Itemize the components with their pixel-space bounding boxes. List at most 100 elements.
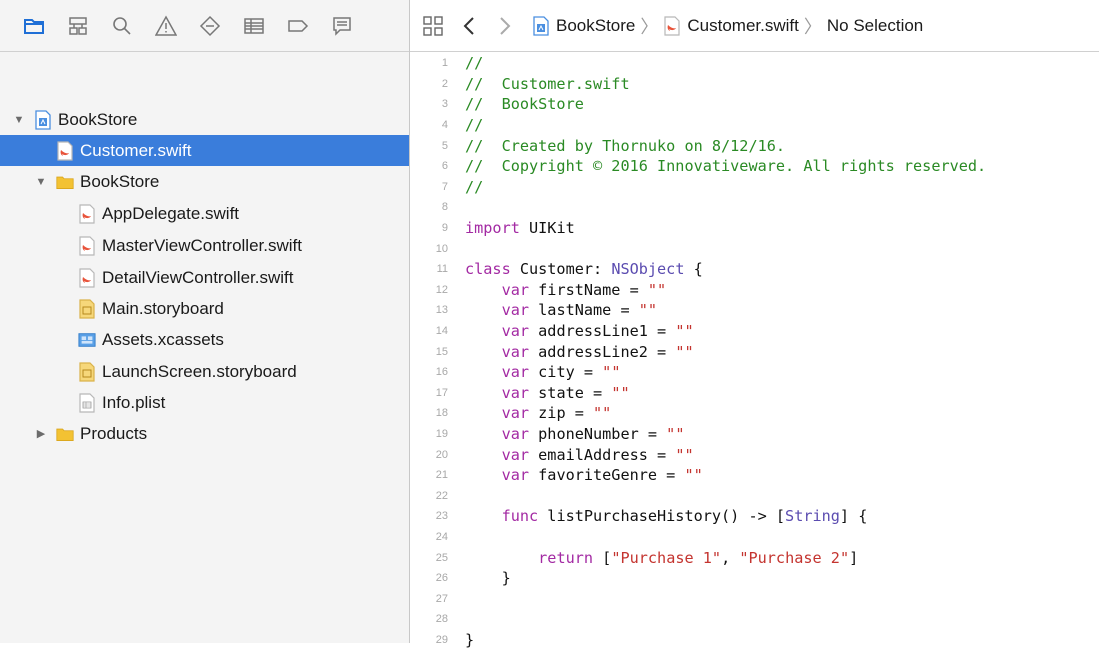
disclosure-open-icon[interactable]: ▼	[34, 175, 48, 189]
back-chevron-icon[interactable]	[458, 15, 480, 37]
line-number: 14	[435, 325, 448, 338]
code-line: 22	[410, 486, 1099, 507]
comment-icon[interactable]	[330, 14, 354, 38]
line-number: 20	[435, 448, 448, 461]
storyboard-icon	[78, 298, 96, 319]
tree-row[interactable]: Info.plist	[0, 387, 409, 418]
code-line: 28	[410, 609, 1099, 630]
warning-icon[interactable]	[154, 14, 178, 38]
breadcrumb: BookStore 〉 Customer.swift 〉 No Selection	[532, 13, 923, 39]
tree-row[interactable]: Main.storyboard	[0, 293, 409, 324]
hierarchy-icon[interactable]	[66, 14, 90, 38]
code-line: 24	[410, 527, 1099, 548]
code-token: var	[501, 342, 530, 361]
code-token: ""	[638, 301, 658, 320]
line-number: 7	[441, 180, 448, 193]
swift-file-icon	[78, 203, 96, 224]
tree-row[interactable]: DetailViewController.swift	[0, 262, 409, 293]
code-token: ""	[675, 322, 694, 341]
line-number: 26	[435, 572, 448, 585]
line-number: 23	[435, 510, 448, 523]
code-line: 20 var emailAddress = ""	[410, 444, 1099, 465]
line-number: 12	[435, 283, 448, 296]
disclosure-closed-icon[interactable]: ▶	[34, 427, 48, 441]
code-token: var	[501, 301, 530, 320]
code-token: // Copyright © 2016 Innovativeware. All …	[465, 157, 987, 176]
code-line: 27	[410, 589, 1099, 610]
tree-row[interactable]: ▼ BookStore	[0, 166, 409, 197]
tree-row[interactable]: ▼ BookStore	[0, 104, 409, 135]
code-token: var	[501, 425, 530, 444]
tree-row[interactable]: MasterViewController.swift	[0, 230, 409, 261]
code-line: 25 return ["Purchase 1", "Purchase 2"]	[410, 547, 1099, 568]
tree-row-label: MasterViewController.swift	[102, 235, 302, 255]
tree-row-label: Customer.swift	[80, 140, 192, 160]
code-line: 11 class Customer: NSObject {	[410, 259, 1099, 280]
code-token: addressLine1 =	[529, 322, 676, 341]
tree-row[interactable]: LaunchScreen.storyboard	[0, 356, 409, 387]
code-line: 29}	[410, 630, 1099, 650]
code-token: func	[501, 507, 539, 526]
code-line: 7 //	[410, 177, 1099, 198]
tree-row-label: BookStore	[58, 109, 138, 129]
code-token: ""	[684, 466, 703, 485]
tree-row[interactable]: Assets.xcassets	[0, 324, 409, 355]
tree-row[interactable]: ▶ Products	[0, 418, 409, 449]
breadcrumb-item[interactable]: No Selection	[827, 16, 923, 36]
code-line: 9 import UIKit	[410, 218, 1099, 239]
code-token: // Customer.swift	[465, 74, 630, 93]
storyboard-icon	[78, 361, 96, 382]
code-token: NSObject	[611, 260, 685, 279]
tree-row[interactable]: AppDelegate.swift	[0, 198, 409, 229]
code-area[interactable]: 1 // 2 // Customer.swift 3 // BookStore 4 // 5 //…	[410, 53, 1099, 649]
forward-chevron-icon[interactable]	[494, 15, 516, 37]
breadcrumb-separator-icon: 〉	[640, 16, 659, 37]
folder-icon[interactable]	[22, 14, 46, 38]
tree-row-label: Assets.xcassets	[102, 329, 224, 349]
code-token: var	[501, 363, 530, 382]
breadcrumb-label: BookStore	[556, 15, 636, 35]
tree-row[interactable]: Customer.swift	[0, 135, 409, 166]
search-icon[interactable]	[110, 14, 134, 38]
line-number: 3	[441, 98, 448, 111]
folder-icon	[56, 424, 74, 444]
tree-row-label: Main.storyboard	[102, 298, 224, 318]
disclosure-open-icon[interactable]: ▼	[12, 113, 26, 127]
code-token: //	[465, 177, 484, 196]
code-token: var	[501, 445, 530, 464]
code-line: 18 var zip = ""	[410, 403, 1099, 424]
code-line: 12 var firstName = ""	[410, 280, 1099, 301]
diamond-icon[interactable]	[198, 14, 222, 38]
line-number: 16	[435, 366, 448, 379]
code-line: 21 var favoriteGenre = ""	[410, 465, 1099, 486]
line-number: 22	[435, 489, 448, 502]
breadcrumb-item[interactable]: BookStore	[532, 16, 635, 36]
grid-icon[interactable]	[422, 15, 444, 37]
code-token: String	[785, 507, 840, 526]
code-line: 5 // Created by Thornuko on 8/12/16.	[410, 135, 1099, 156]
line-number: 4	[441, 119, 448, 132]
code-line: 16 var city = ""	[410, 362, 1099, 383]
line-number: 29	[435, 634, 448, 647]
project-navigator: ▼ BookStore Customer.swift ▼ BookStore AppDel…	[0, 0, 410, 643]
breadcrumb-item[interactable]: Customer.swift	[663, 16, 799, 36]
code-token: phoneNumber =	[529, 425, 667, 444]
list-icon[interactable]	[242, 14, 266, 38]
line-number: 18	[435, 407, 448, 420]
tag-icon[interactable]	[286, 14, 310, 38]
code-token: listPurchaseHistory() -> [	[538, 507, 786, 526]
code-token: import	[465, 219, 520, 238]
code-token: // Created by Thornuko on 8/12/16.	[465, 136, 786, 155]
project-icon	[532, 15, 550, 36]
line-number: 17	[435, 386, 448, 399]
code-token: [	[593, 548, 612, 567]
line-number: 10	[435, 242, 448, 255]
code-token: }	[465, 569, 511, 588]
code-token: ] {	[839, 507, 868, 526]
